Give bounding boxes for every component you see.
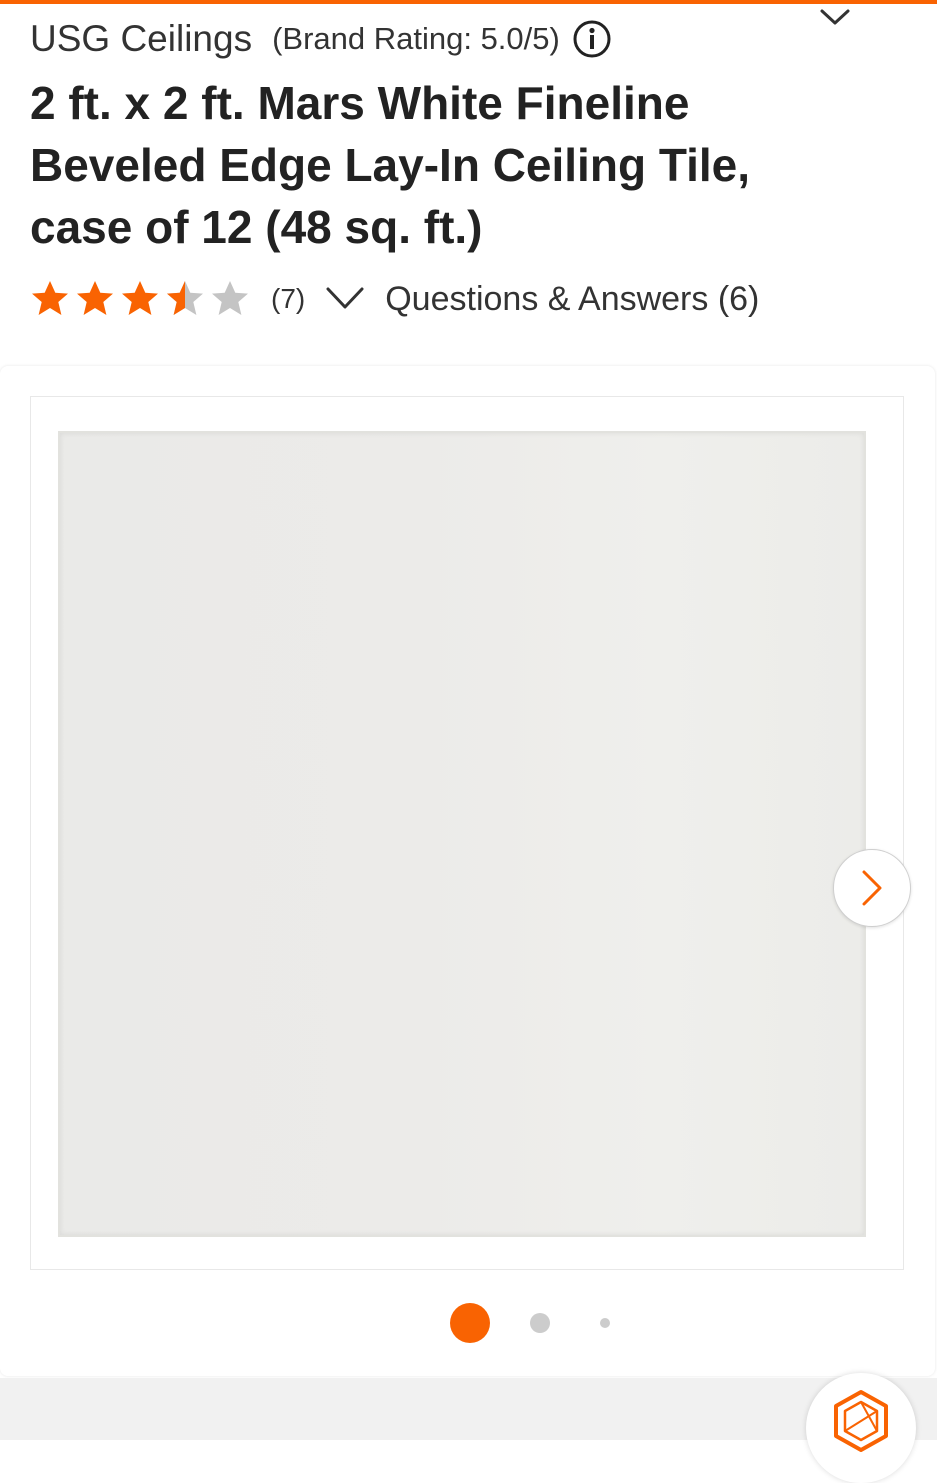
chevron-down-icon[interactable] bbox=[325, 285, 365, 313]
product-title: 2 ft. x 2 ft. Mars White Fineline Bevele… bbox=[30, 77, 751, 253]
chevron-down-icon[interactable] bbox=[818, 6, 852, 28]
pagination-dot[interactable] bbox=[600, 1318, 610, 1328]
brand-name[interactable]: USG Ceilings bbox=[30, 18, 252, 60]
pagination-dot-active[interactable] bbox=[450, 1303, 490, 1343]
review-count[interactable]: (7) bbox=[271, 283, 305, 315]
top-accent-bar bbox=[0, 0, 937, 4]
questions-answers-link[interactable]: Questions & Answers (6) bbox=[385, 280, 759, 319]
rating-row: (7) Questions & Answers (6) bbox=[30, 274, 759, 324]
chevron-right-icon bbox=[862, 870, 882, 906]
info-icon[interactable] bbox=[572, 19, 612, 59]
star-rating[interactable] bbox=[30, 279, 255, 319]
bottom-section bbox=[0, 1378, 937, 1440]
product-image-frame bbox=[30, 396, 911, 1270]
star-half-icon bbox=[167, 281, 203, 315]
brand-rating: (Brand Rating: 5.0/5) bbox=[272, 21, 560, 56]
assistant-hexagon-icon bbox=[834, 1390, 888, 1452]
star-empty-icon bbox=[212, 281, 248, 315]
product-image[interactable] bbox=[58, 431, 866, 1237]
assistant-button[interactable] bbox=[806, 1373, 916, 1483]
media-gallery bbox=[0, 366, 935, 1376]
brand-line: USG Ceilings (Brand Rating: 5.0/5) bbox=[30, 14, 612, 64]
next-image-button[interactable] bbox=[833, 849, 911, 927]
star-filled-icon bbox=[122, 281, 158, 315]
star-filled-icon bbox=[32, 281, 68, 315]
star-filled-icon bbox=[77, 281, 113, 315]
pagination-dot[interactable] bbox=[530, 1313, 550, 1333]
